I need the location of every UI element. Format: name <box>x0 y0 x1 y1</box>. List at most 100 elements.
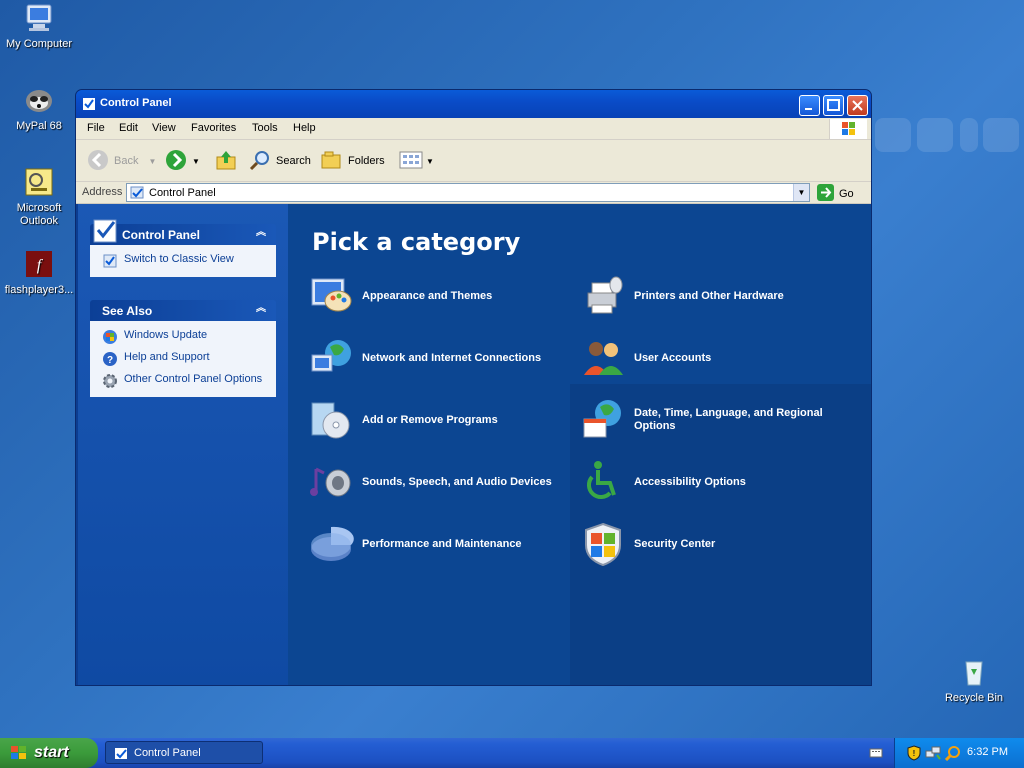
address-input[interactable]: Control Panel ▼ <box>126 183 810 202</box>
task-body: Switch to Classic View <box>90 245 276 277</box>
switch-classic-view-link[interactable]: Switch to Classic View <box>102 253 270 269</box>
help-support-label: Help and Support <box>124 351 210 363</box>
control-panel-small-icon <box>114 746 129 764</box>
keyboard-icon[interactable] <box>869 747 883 762</box>
up-folder-button[interactable] <box>214 149 238 173</box>
collapse-chevron-icon[interactable]: ︽ <box>254 227 268 241</box>
page-title: Pick a category <box>312 228 521 256</box>
category-accessibility-options[interactable]: Accessibility Options <box>580 459 746 505</box>
category-performance-maintenance[interactable]: Performance and Maintenance <box>308 521 522 567</box>
clock[interactable]: 6:32 PM <box>967 746 1008 758</box>
collapse-chevron-icon[interactable]: ︽ <box>254 303 268 317</box>
recycle-bin-icon <box>958 656 990 688</box>
desktop-decoration <box>983 118 1019 152</box>
svg-text:?: ? <box>107 355 113 366</box>
menu-help[interactable]: Help <box>293 122 316 134</box>
task-body: Windows Update ? Help and Support Other … <box>90 321 276 397</box>
desktop-icon-recycle-bin[interactable]: Recycle Bin <box>937 656 1011 705</box>
help-support-link[interactable]: ? Help and Support <box>102 351 270 367</box>
menu-tools[interactable]: Tools <box>252 122 278 134</box>
taskbar-button-control-panel[interactable]: Control Panel <box>105 741 263 764</box>
raccoon-icon <box>23 84 55 116</box>
folders-icon <box>320 148 344 175</box>
desktop-icon-mypal[interactable]: MyPal 68 <box>2 84 76 133</box>
go-button[interactable]: Go <box>816 183 854 205</box>
folders-button[interactable]: Folders <box>320 149 385 173</box>
desktop-icon-label: MyPal 68 <box>16 120 62 132</box>
category-appearance-themes[interactable]: Appearance and Themes <box>308 273 492 319</box>
desktop-icon-label: Microsoft Outlook <box>16 202 62 227</box>
search-button[interactable]: Search <box>248 149 311 173</box>
category-label: Date, Time, Language, and Regional Optio… <box>634 407 823 432</box>
category-label: Add or Remove Programs <box>362 413 498 426</box>
folders-label: Folders <box>348 155 385 167</box>
category-user-accounts[interactable]: User Accounts <box>580 335 711 381</box>
control-panel-small-icon <box>130 185 145 203</box>
category-printers-hardware[interactable]: Printers and Other Hardware <box>580 273 784 319</box>
control-panel-window[interactable]: Control Panel File Edit View Favorites T… <box>75 89 872 686</box>
chevron-down-icon: ▼ <box>192 156 200 166</box>
category-label: Security Center <box>634 537 716 550</box>
other-options-link[interactable]: Other Control Panel Options <box>102 373 270 389</box>
task-header-title: Control Panel <box>122 228 201 242</box>
desktop-icon-label: Recycle Bin <box>944 692 1004 704</box>
category-area: Pick a category Appearance and Themes Pr… <box>288 204 871 685</box>
start-label: start <box>34 744 69 761</box>
chevron-down-icon: ▼ <box>426 156 434 166</box>
user-accounts-icon <box>580 335 626 381</box>
chevron-down-icon: ▼ <box>148 156 157 166</box>
go-label: Go <box>839 188 854 200</box>
forward-button[interactable]: ▼ <box>164 149 200 173</box>
accessibility-wheelchair-icon <box>580 459 626 505</box>
gear-icon <box>102 373 118 389</box>
see-also-task-box: See Also ︽ Windows Update ? Help and Sup… <box>90 300 276 397</box>
desktop-icon-flashplayer[interactable]: f flashplayer3... <box>2 248 76 297</box>
see-also-title: See Also <box>102 304 153 318</box>
category-add-remove-programs[interactable]: Add or Remove Programs <box>308 397 498 443</box>
category-label: Performance and Maintenance <box>362 537 522 550</box>
address-dropdown-button[interactable]: ▼ <box>793 184 809 201</box>
menu-favorites[interactable]: Favorites <box>191 122 236 134</box>
desktop-icon-outlook[interactable]: Microsoft Outlook <box>2 166 76 228</box>
desktop-icon-my-computer[interactable]: My Computer <box>2 2 76 51</box>
search-tray-icon[interactable] <box>944 745 961 764</box>
category-network-internet[interactable]: Network and Internet Connections <box>308 335 541 381</box>
desktop-decoration <box>960 118 978 152</box>
see-also-header[interactable]: See Also ︽ <box>90 300 276 321</box>
security-shield-tray-icon[interactable]: ! <box>907 745 921 764</box>
windows-flag-icon <box>10 745 28 766</box>
category-label: Printers and Other Hardware <box>634 289 784 302</box>
windows-update-link[interactable]: Windows Update <box>102 329 270 345</box>
network-tray-icon[interactable] <box>925 745 941 764</box>
maximize-button[interactable] <box>823 95 844 116</box>
printer-icon <box>580 273 626 319</box>
address-value: Control Panel <box>149 186 216 199</box>
control-panel-app-icon <box>82 97 96 111</box>
category-date-time-language[interactable]: Date, Time, Language, and Regional Optio… <box>580 397 854 443</box>
go-arrow-icon <box>816 183 835 205</box>
views-button[interactable]: ▼ <box>398 149 434 173</box>
task-pane: Control Panel ︽ Switch to Classic View S… <box>78 204 288 685</box>
windows-update-label: Windows Update <box>124 329 208 341</box>
back-label: Back <box>114 155 139 167</box>
control-panel-task-header[interactable]: Control Panel ︽ <box>90 219 276 245</box>
network-globe-icon <box>308 335 354 381</box>
menu-view[interactable]: View <box>152 122 176 134</box>
category-security-center[interactable]: Security Center <box>580 521 715 567</box>
svg-text:!: ! <box>913 749 916 758</box>
close-button[interactable] <box>847 95 868 116</box>
minimize-button[interactable] <box>799 95 820 116</box>
flash-icon: f <box>23 248 55 280</box>
add-remove-programs-icon <box>308 397 354 443</box>
taskbar: start Control Panel ! 6:32 PM <box>0 738 1024 768</box>
start-button[interactable]: start <box>0 738 98 768</box>
category-sounds-speech-audio[interactable]: Sounds, Speech, and Audio Devices <box>308 459 552 505</box>
switch-classic-view-label: Switch to Classic View <box>124 253 234 265</box>
back-button[interactable]: Back ▼ <box>86 149 156 173</box>
menu-file[interactable]: File <box>87 122 105 134</box>
title-bar[interactable]: Control Panel <box>76 90 871 118</box>
menu-edit[interactable]: Edit <box>119 122 138 134</box>
menu-bar: File Edit View Favorites Tools Help <box>76 118 871 140</box>
classic-view-icon <box>102 253 118 269</box>
back-arrow-icon <box>86 148 110 175</box>
